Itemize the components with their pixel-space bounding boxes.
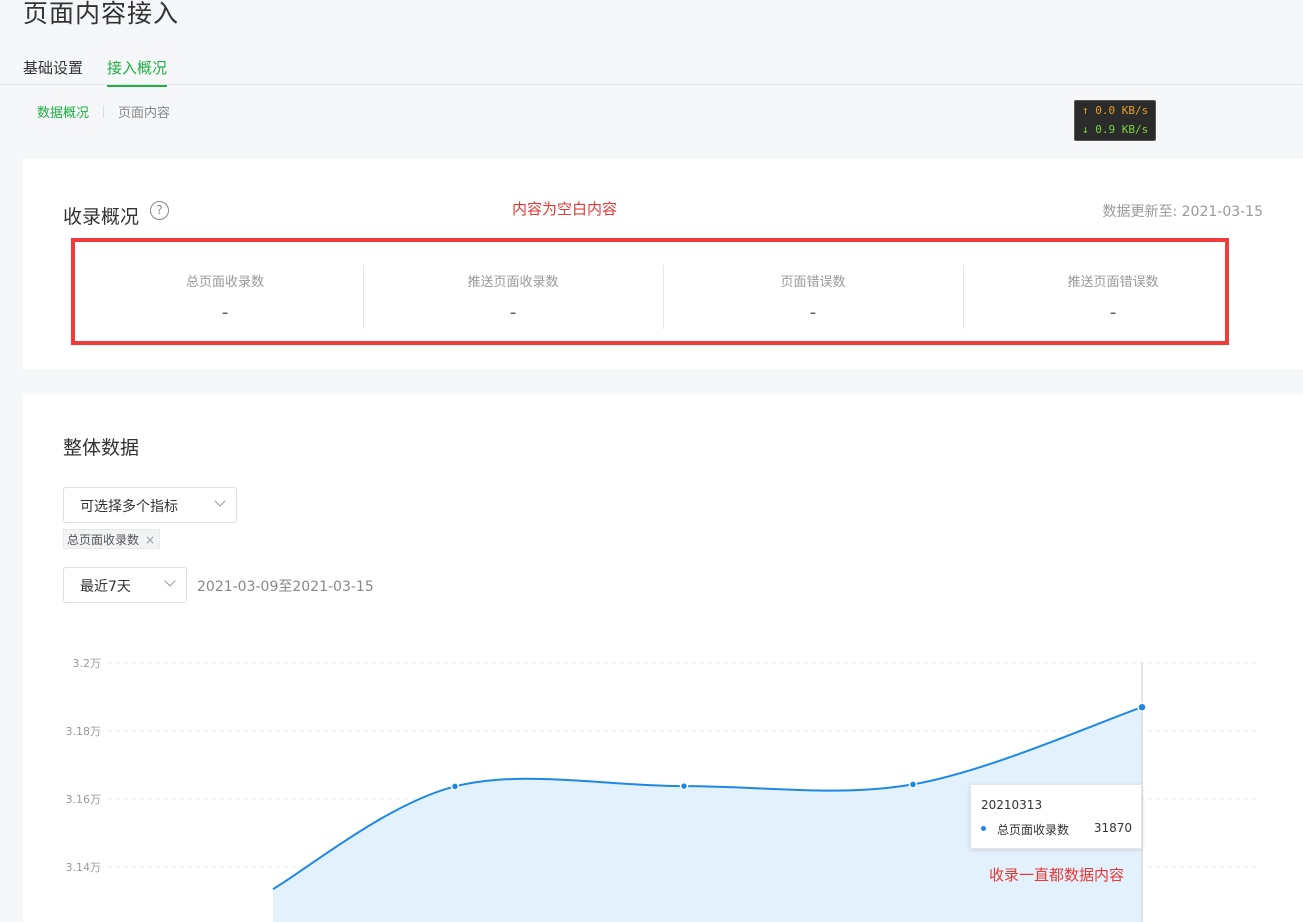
tooltip-date: 20210313 [981,798,1043,812]
stat-page-errors: 页面错误数 - [663,242,963,341]
stat-label: 页面错误数 [780,275,846,290]
y-tick-label: 3.18万 [66,725,102,738]
chart-tooltip: 20210313 总页面收录数 31870 [970,784,1142,849]
overview-card: 收录概况 ? 内容为空白内容 数据更新至: 2021-03-15 总页面收录数 … [23,159,1303,369]
upload-speed: ↑ 0.0 KB/s [1082,104,1149,117]
tooltip-series-name: 总页面收录数 [997,823,1070,837]
y-tick-label: 3.16万 [66,793,102,806]
tab-bar: 基础设置 接入概况 [0,52,1303,87]
stat-label: 推送页面错误数 [1067,275,1159,290]
subtab-bar: 数据概况 页面内容 [37,102,170,121]
stat-value: - [509,302,517,323]
chart-annotation: 收录一直都数据内容 [989,866,1125,884]
network-speed-widget: ↑ 0.0 KB/s ↓ 0.9 KB/s [1074,100,1156,141]
tab-basic-settings[interactable]: 基础设置 [23,57,83,78]
update-time: 数据更新至: 2021-03-15 [1102,204,1263,220]
download-speed: ↓ 0.9 KB/s [1082,123,1149,136]
stats-box: 总页面收录数 - 推送页面收录数 - 页面错误数 - 推送页面错误数 - [71,238,1229,345]
y-tick-label: 3.14万 [66,861,102,874]
overview-title: 收录概况 [63,206,140,228]
data-point[interactable] [1137,702,1147,712]
empty-content-annotation: 内容为空白内容 [512,200,618,218]
subtab-page-content[interactable]: 页面内容 [118,102,170,121]
stat-push-indexed: 推送页面收录数 - [363,242,663,341]
stat-push-errors: 推送页面错误数 - [963,242,1263,341]
overall-card: 整体数据 可选择多个指标 总页面收录数 × 最近7天 2021-03-09至20… [23,394,1303,922]
page-title: 页面内容接入 [23,0,180,28]
tooltip-value: 31870 [1093,821,1132,835]
data-point[interactable] [679,781,689,791]
subtab-data-overview[interactable]: 数据概况 [37,102,89,121]
y-tick-label: 3.2万 [73,657,102,670]
stat-value: - [809,302,817,323]
stat-value: - [221,302,229,323]
stat-value: - [1109,302,1117,323]
subtab-divider [103,105,105,118]
data-point[interactable] [450,782,460,791]
data-point[interactable] [908,780,918,789]
stat-total-indexed: 总页面收录数 - [75,242,375,341]
tooltip-series-dot [981,826,986,831]
stat-label: 总页面收录数 [185,275,264,290]
question-circle-icon[interactable]: ? [150,201,169,220]
stat-label: 推送页面收录数 [467,275,559,290]
tab-access-overview[interactable]: 接入概况 [107,57,168,87]
